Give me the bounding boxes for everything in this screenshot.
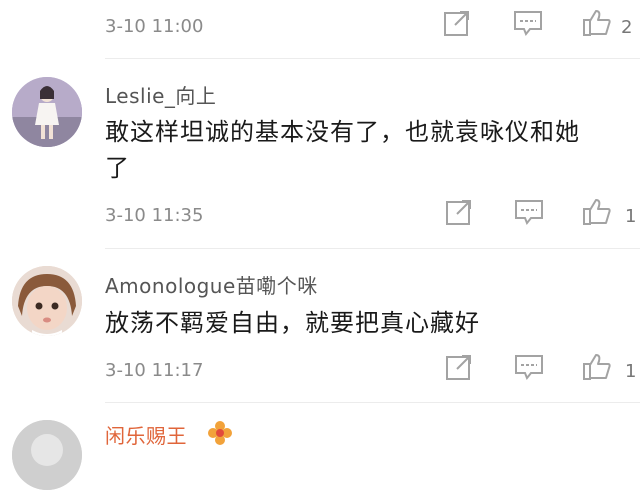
avatar-image <box>12 77 82 147</box>
like-button[interactable] <box>582 352 622 392</box>
comment-time: 3-10 11:35 <box>105 205 204 226</box>
thumbs-up-icon <box>583 354 611 380</box>
comment-time: 3-10 11:17 <box>105 360 204 381</box>
reply-button[interactable] <box>513 352 553 392</box>
comment-meta-row: 3-10 11:00 2 <box>0 8 640 48</box>
avatar[interactable] <box>12 266 82 336</box>
avatar[interactable] <box>12 77 82 147</box>
like-button[interactable] <box>582 8 622 48</box>
comment-meta-row: 3-10 11:17 1 <box>0 352 640 392</box>
share-button[interactable] <box>442 8 482 48</box>
comment-username[interactable]: Leslie_向上 <box>105 80 216 109</box>
like-count: 2 <box>621 17 633 38</box>
comment-text-line: 了 <box>105 154 130 182</box>
thumbs-up-icon <box>583 199 611 225</box>
flower-icon <box>208 421 232 445</box>
comment-username[interactable]: Amonologue苗嘞个咪 <box>105 270 318 299</box>
comment-text: 敢这样坦诚的基本没有了，也就袁咏仪和她 了 <box>105 114 633 186</box>
avatar[interactable] <box>12 420 82 490</box>
share-button[interactable] <box>444 352 484 392</box>
like-count: 1 <box>625 206 637 227</box>
comment-time: 3-10 11:00 <box>105 16 204 37</box>
share-button[interactable] <box>444 197 484 237</box>
reply-button[interactable] <box>513 197 553 237</box>
thumbs-up-icon <box>583 10 611 36</box>
comment-text-line: 放荡不羁爱自由，就要把真心藏好 <box>105 309 480 337</box>
comment-icon <box>514 11 542 36</box>
share-icon <box>446 200 471 225</box>
divider <box>105 248 640 249</box>
comment-icon <box>515 355 543 380</box>
comment-text: 放荡不羁爱自由，就要把真心藏好 <box>105 305 633 341</box>
avatar-image <box>12 420 82 490</box>
share-icon <box>446 355 471 380</box>
reply-button[interactable] <box>512 8 552 48</box>
comment-text-line: 敢这样坦诚的基本没有了，也就袁咏仪和她 <box>105 118 580 146</box>
like-button[interactable] <box>582 197 622 237</box>
share-icon <box>444 11 469 36</box>
like-count: 1 <box>625 361 637 382</box>
avatar-image <box>12 266 82 336</box>
divider <box>105 402 640 403</box>
comment-icon <box>515 200 543 225</box>
divider <box>105 58 640 59</box>
comment-meta-row: 3-10 11:35 1 <box>0 197 640 237</box>
